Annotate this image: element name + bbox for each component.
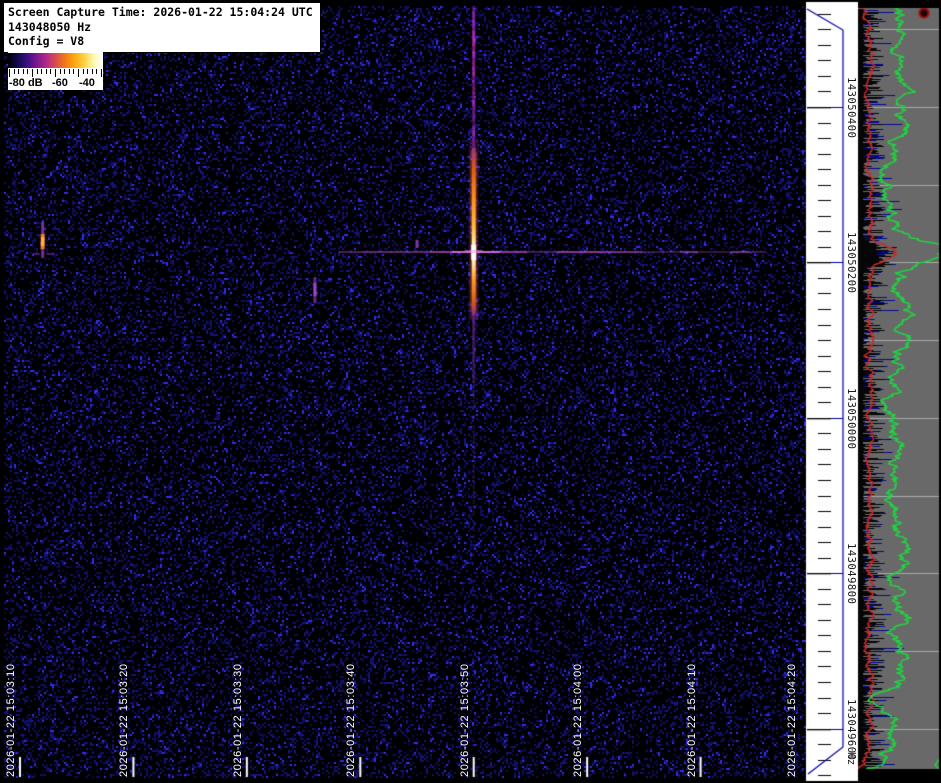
colorbar-tick <box>18 69 20 74</box>
time-label-7: 2026-01-22 15:04:20 <box>786 663 798 777</box>
time-label-0: 2026-01-22 15:03:10 <box>5 663 17 777</box>
colorbar-tick <box>22 69 24 74</box>
colorbar-tick <box>73 69 75 74</box>
colorbar-tick <box>78 69 79 77</box>
colorbar-tick <box>68 69 70 74</box>
freq-label-4: 143049600 <box>845 698 857 760</box>
colorbar-tick <box>32 69 33 77</box>
colorbar-tick <box>82 69 84 74</box>
colorbar-tick <box>27 69 29 74</box>
colorbar-label-max: -40 <box>79 77 95 89</box>
freq-label-1: 143050200 <box>845 232 857 294</box>
freq-label-2: 143050000 <box>845 387 857 450</box>
time-label-2: 2026-01-22 15:03:30 <box>231 663 244 777</box>
colorbar-tick <box>50 69 52 74</box>
colorbar-tick <box>87 69 89 74</box>
colorbar-tick <box>13 69 15 74</box>
spectrogram-app: Screen Capture Time: 2026-01-22 15:04:24… <box>0 0 941 783</box>
capture-time-text: Screen Capture Time: 2026-01-22 15:04:24… <box>8 5 313 19</box>
colorbar-tick <box>9 69 10 77</box>
time-label-4: 2026-01-22 15:03:50 <box>458 663 471 777</box>
colorbar-tick <box>91 69 93 74</box>
colorbar-tick <box>101 69 102 77</box>
colorbar-gradient <box>8 53 103 68</box>
colorbar-tick <box>41 69 43 74</box>
colorbar-tick <box>59 69 61 74</box>
colorbar-tick <box>45 69 47 74</box>
time-label-5: 2026-01-22 15:04:00 <box>572 663 585 777</box>
freq-label-3: 143049800 <box>845 543 857 605</box>
center-frequency-text: 143048050 Hz <box>8 19 92 34</box>
time-label-6: 2026-01-22 15:04:10 <box>685 663 698 777</box>
time-label-3: 2026-01-22 15:03:40 <box>345 663 358 777</box>
colorbar-tick <box>36 69 38 74</box>
freq-axis-unit: Hz <box>845 752 857 766</box>
colorbar-tick <box>55 69 56 77</box>
colorbar: -80 dB -60 -40 <box>8 52 103 90</box>
time-label-1: 2026-01-22 15:03:20 <box>118 663 131 777</box>
colorbar-label-min: -80 dB <box>9 77 43 89</box>
colorbar-label-mid: -60 <box>52 77 68 89</box>
capture-info-box: Screen Capture Time: 2026-01-22 15:04:24… <box>3 2 321 53</box>
freq-label-0: 143050400 <box>845 77 857 139</box>
colorbar-tick <box>64 69 66 74</box>
colorbar-tick <box>96 69 98 74</box>
config-text: Config = V8 <box>8 34 85 48</box>
